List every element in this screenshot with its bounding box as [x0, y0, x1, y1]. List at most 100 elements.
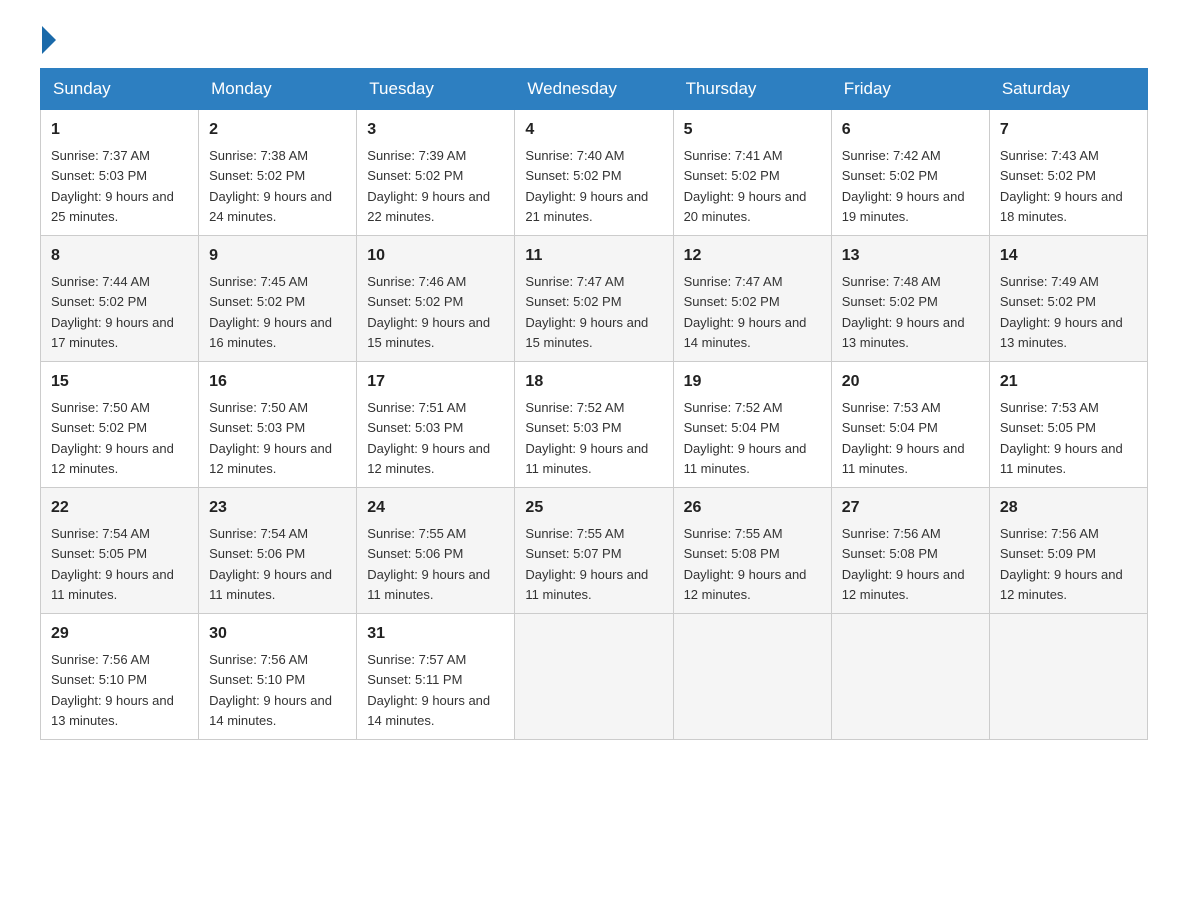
calendar-week-row: 15 Sunrise: 7:50 AMSunset: 5:02 PMDayligh…: [41, 362, 1148, 488]
day-info: Sunrise: 7:56 AMSunset: 5:08 PMDaylight:…: [842, 526, 965, 602]
day-number: 21: [1000, 370, 1137, 394]
day-info: Sunrise: 7:46 AMSunset: 5:02 PMDaylight:…: [367, 274, 490, 350]
column-header-saturday: Saturday: [989, 69, 1147, 110]
day-number: 20: [842, 370, 979, 394]
column-header-friday: Friday: [831, 69, 989, 110]
day-info: Sunrise: 7:52 AMSunset: 5:04 PMDaylight:…: [684, 400, 807, 476]
day-info: Sunrise: 7:53 AMSunset: 5:05 PMDaylight:…: [1000, 400, 1123, 476]
calendar-day-cell: 6 Sunrise: 7:42 AMSunset: 5:02 PMDaylight…: [831, 110, 989, 236]
column-header-thursday: Thursday: [673, 69, 831, 110]
calendar-day-cell: 17 Sunrise: 7:51 AMSunset: 5:03 PMDayligh…: [357, 362, 515, 488]
day-number: 22: [51, 496, 188, 520]
logo-arrow-icon: [42, 26, 56, 54]
calendar-day-cell: 29Sunrise: 7:56 AMSunset: 5:10 PMDayligh…: [41, 614, 199, 740]
day-number: 10: [367, 244, 504, 268]
day-info: Sunrise: 7:37 AMSunset: 5:03 PMDaylight:…: [51, 148, 174, 224]
day-number: 19: [684, 370, 821, 394]
day-info: Sunrise: 7:49 AMSunset: 5:02 PMDaylight:…: [1000, 274, 1123, 350]
day-info: Sunrise: 7:55 AMSunset: 5:08 PMDaylight:…: [684, 526, 807, 602]
calendar-day-cell: 10 Sunrise: 7:46 AMSunset: 5:02 PMDayligh…: [357, 236, 515, 362]
day-info: Sunrise: 7:54 AMSunset: 5:05 PMDaylight:…: [51, 526, 174, 602]
column-header-sunday: Sunday: [41, 69, 199, 110]
day-info: Sunrise: 7:52 AMSunset: 5:03 PMDaylight:…: [525, 400, 648, 476]
calendar-day-cell: 11Sunrise: 7:47 AMSunset: 5:02 PMDayligh…: [515, 236, 673, 362]
calendar-day-cell: 16 Sunrise: 7:50 AMSunset: 5:03 PMDayligh…: [199, 362, 357, 488]
day-info: Sunrise: 7:51 AMSunset: 5:03 PMDaylight:…: [367, 400, 490, 476]
day-number: 28: [1000, 496, 1137, 520]
day-info: Sunrise: 7:54 AMSunset: 5:06 PMDaylight:…: [209, 526, 332, 602]
calendar-day-cell: 1 Sunrise: 7:37 AMSunset: 5:03 PMDaylight…: [41, 110, 199, 236]
calendar-day-cell: 5Sunrise: 7:41 AMSunset: 5:02 PMDaylight…: [673, 110, 831, 236]
calendar-day-cell: [673, 614, 831, 740]
day-info: Sunrise: 7:44 AMSunset: 5:02 PMDaylight:…: [51, 274, 174, 350]
day-number: 17: [367, 370, 504, 394]
day-number: 2: [209, 118, 346, 142]
day-info: Sunrise: 7:56 AMSunset: 5:09 PMDaylight:…: [1000, 526, 1123, 602]
calendar-day-cell: 22 Sunrise: 7:54 AMSunset: 5:05 PMDayligh…: [41, 488, 199, 614]
calendar-day-cell: 30Sunrise: 7:56 AMSunset: 5:10 PMDayligh…: [199, 614, 357, 740]
calendar-day-cell: [515, 614, 673, 740]
calendar-day-cell: 9 Sunrise: 7:45 AMSunset: 5:02 PMDaylight…: [199, 236, 357, 362]
calendar-day-cell: 23Sunrise: 7:54 AMSunset: 5:06 PMDayligh…: [199, 488, 357, 614]
column-header-tuesday: Tuesday: [357, 69, 515, 110]
day-number: 14: [1000, 244, 1137, 268]
calendar-day-cell: 8Sunrise: 7:44 AMSunset: 5:02 PMDaylight…: [41, 236, 199, 362]
day-info: Sunrise: 7:47 AMSunset: 5:02 PMDaylight:…: [684, 274, 807, 350]
calendar-day-cell: [989, 614, 1147, 740]
day-info: Sunrise: 7:56 AMSunset: 5:10 PMDaylight:…: [209, 652, 332, 728]
calendar-day-cell: 18Sunrise: 7:52 AMSunset: 5:03 PMDayligh…: [515, 362, 673, 488]
calendar-day-cell: 14 Sunrise: 7:49 AMSunset: 5:02 PMDayligh…: [989, 236, 1147, 362]
calendar-day-cell: 19 Sunrise: 7:52 AMSunset: 5:04 PMDayligh…: [673, 362, 831, 488]
calendar-week-row: 8Sunrise: 7:44 AMSunset: 5:02 PMDaylight…: [41, 236, 1148, 362]
day-info: Sunrise: 7:50 AMSunset: 5:03 PMDaylight:…: [209, 400, 332, 476]
day-info: Sunrise: 7:45 AMSunset: 5:02 PMDaylight:…: [209, 274, 332, 350]
column-header-monday: Monday: [199, 69, 357, 110]
day-info: Sunrise: 7:43 AMSunset: 5:02 PMDaylight:…: [1000, 148, 1123, 224]
calendar-day-cell: 2 Sunrise: 7:38 AMSunset: 5:02 PMDaylight…: [199, 110, 357, 236]
calendar-day-cell: 24Sunrise: 7:55 AMSunset: 5:06 PMDayligh…: [357, 488, 515, 614]
calendar-week-row: 29Sunrise: 7:56 AMSunset: 5:10 PMDayligh…: [41, 614, 1148, 740]
day-info: Sunrise: 7:39 AMSunset: 5:02 PMDaylight:…: [367, 148, 490, 224]
day-number: 24: [367, 496, 504, 520]
day-number: 31: [367, 622, 504, 646]
day-info: Sunrise: 7:47 AMSunset: 5:02 PMDaylight:…: [525, 274, 648, 350]
calendar-day-cell: 21 Sunrise: 7:53 AMSunset: 5:05 PMDayligh…: [989, 362, 1147, 488]
calendar-day-cell: 26 Sunrise: 7:55 AMSunset: 5:08 PMDayligh…: [673, 488, 831, 614]
day-info: Sunrise: 7:50 AMSunset: 5:02 PMDaylight:…: [51, 400, 174, 476]
day-number: 25: [525, 496, 662, 520]
calendar-day-cell: 13 Sunrise: 7:48 AMSunset: 5:02 PMDayligh…: [831, 236, 989, 362]
day-number: 4: [525, 118, 662, 142]
calendar-day-cell: 15 Sunrise: 7:50 AMSunset: 5:02 PMDayligh…: [41, 362, 199, 488]
calendar-table: SundayMondayTuesdayWednesdayThursdayFrid…: [40, 68, 1148, 740]
calendar-day-cell: 7 Sunrise: 7:43 AMSunset: 5:02 PMDaylight…: [989, 110, 1147, 236]
day-info: Sunrise: 7:42 AMSunset: 5:02 PMDaylight:…: [842, 148, 965, 224]
calendar-day-cell: 25 Sunrise: 7:55 AMSunset: 5:07 PMDayligh…: [515, 488, 673, 614]
day-number: 12: [684, 244, 821, 268]
calendar-day-cell: 28 Sunrise: 7:56 AMSunset: 5:09 PMDayligh…: [989, 488, 1147, 614]
day-number: 26: [684, 496, 821, 520]
day-info: Sunrise: 7:53 AMSunset: 5:04 PMDaylight:…: [842, 400, 965, 476]
calendar-day-cell: 3 Sunrise: 7:39 AMSunset: 5:02 PMDaylight…: [357, 110, 515, 236]
day-number: 1: [51, 118, 188, 142]
day-info: Sunrise: 7:41 AMSunset: 5:02 PMDaylight:…: [684, 148, 807, 224]
calendar-day-cell: [831, 614, 989, 740]
day-number: 16: [209, 370, 346, 394]
day-number: 13: [842, 244, 979, 268]
day-number: 3: [367, 118, 504, 142]
calendar-day-cell: 20 Sunrise: 7:53 AMSunset: 5:04 PMDayligh…: [831, 362, 989, 488]
day-info: Sunrise: 7:56 AMSunset: 5:10 PMDaylight:…: [51, 652, 174, 728]
calendar-day-cell: 27Sunrise: 7:56 AMSunset: 5:08 PMDayligh…: [831, 488, 989, 614]
day-number: 15: [51, 370, 188, 394]
calendar-header-row: SundayMondayTuesdayWednesdayThursdayFrid…: [41, 69, 1148, 110]
day-info: Sunrise: 7:57 AMSunset: 5:11 PMDaylight:…: [367, 652, 490, 728]
calendar-day-cell: 12 Sunrise: 7:47 AMSunset: 5:02 PMDayligh…: [673, 236, 831, 362]
page-header: [40, 30, 1148, 48]
day-info: Sunrise: 7:40 AMSunset: 5:02 PMDaylight:…: [525, 148, 648, 224]
day-info: Sunrise: 7:48 AMSunset: 5:02 PMDaylight:…: [842, 274, 965, 350]
calendar-week-row: 1 Sunrise: 7:37 AMSunset: 5:03 PMDaylight…: [41, 110, 1148, 236]
day-number: 7: [1000, 118, 1137, 142]
day-info: Sunrise: 7:38 AMSunset: 5:02 PMDaylight:…: [209, 148, 332, 224]
day-info: Sunrise: 7:55 AMSunset: 5:07 PMDaylight:…: [525, 526, 648, 602]
day-number: 6: [842, 118, 979, 142]
day-number: 9: [209, 244, 346, 268]
